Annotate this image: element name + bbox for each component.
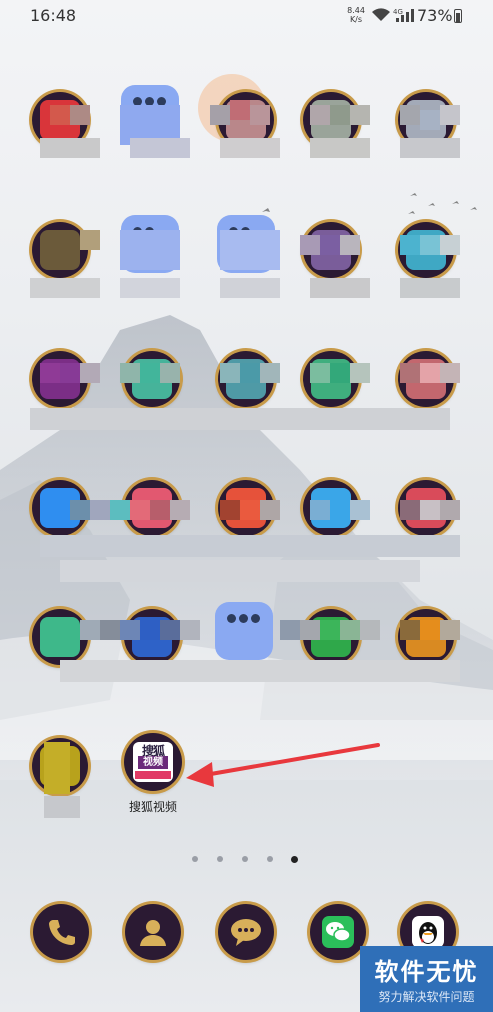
site-watermark: 软件无忧 努力解决软件问题 [360,946,493,1012]
annotation-arrow [186,743,380,787]
watermark-subtitle: 努力解决软件问题 [378,990,475,1004]
watermark-title: 软件无忧 [374,958,479,986]
